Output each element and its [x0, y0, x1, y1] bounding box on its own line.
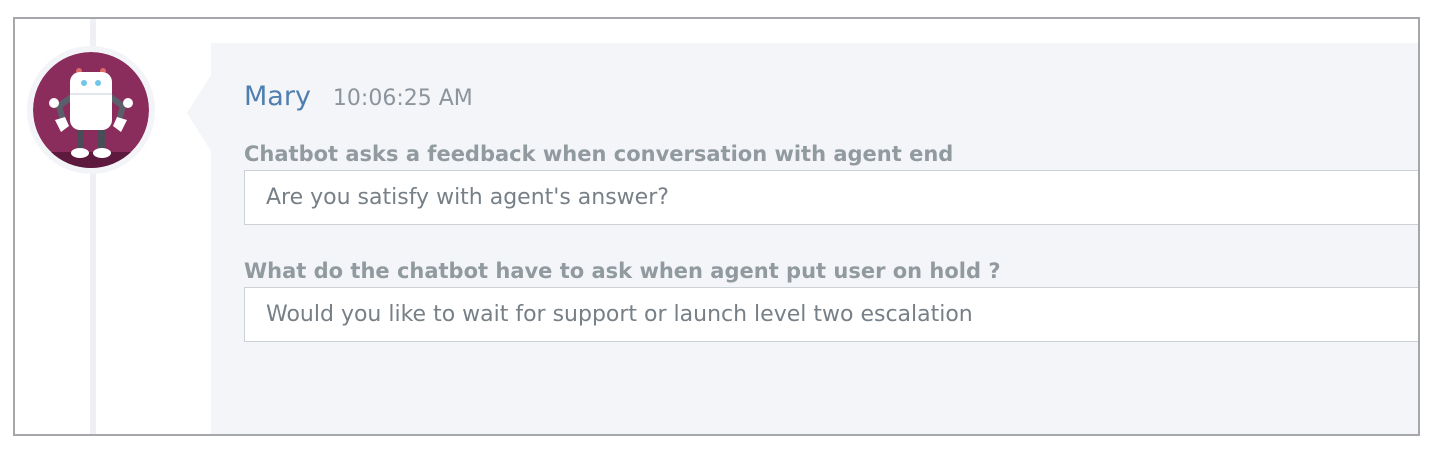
message-bubble-tail: [187, 75, 211, 151]
feedback-question-label: Chatbot asks a feedback when conversatio…: [244, 142, 954, 166]
feedback-question-input[interactable]: [244, 170, 1418, 225]
sender-name: Mary: [244, 81, 311, 112]
chat-panel: Mary 10:06:25 AM Chatbot asks a feedback…: [13, 17, 1420, 436]
message-header: Mary 10:06:25 AM: [244, 81, 473, 112]
avatar: [27, 46, 155, 174]
hold-question-label: What do the chatbot have to ask when age…: [244, 259, 1001, 283]
robot-icon: [33, 52, 149, 168]
hold-question-input[interactable]: [244, 287, 1418, 342]
message-timestamp: 10:06:25 AM: [332, 86, 473, 111]
